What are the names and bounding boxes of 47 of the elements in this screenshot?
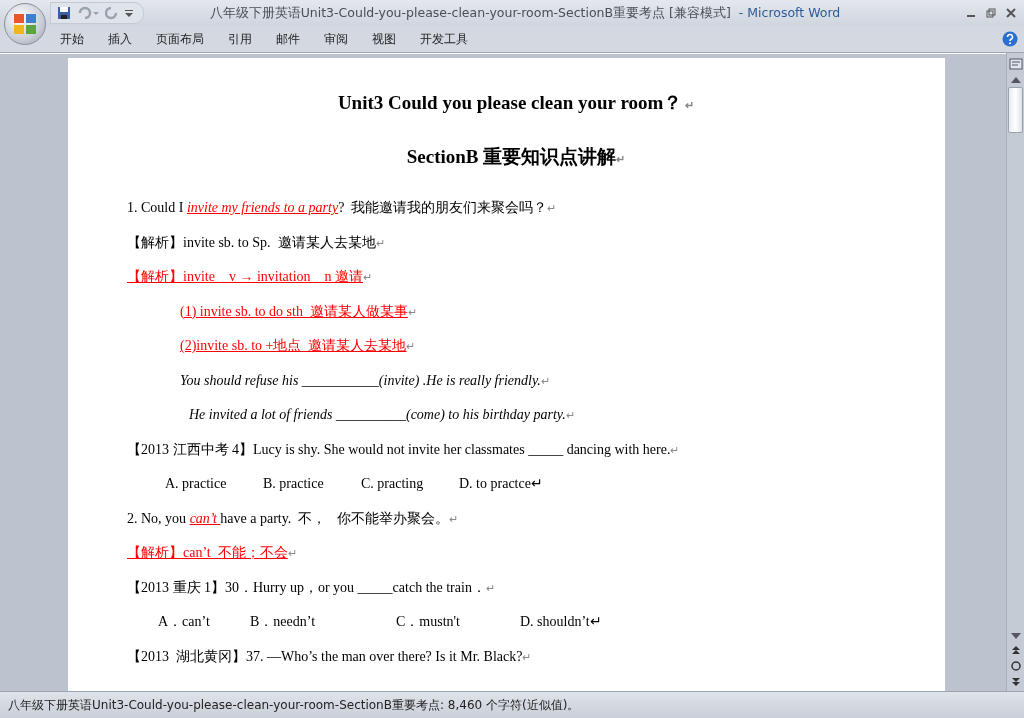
previous-page-icon[interactable]	[1010, 645, 1021, 655]
next-page-icon[interactable]	[1010, 677, 1021, 687]
scroll-down-icon[interactable]	[1010, 633, 1021, 639]
save-icon[interactable]	[57, 6, 71, 20]
ribbon-tab[interactable]: 页面布局	[144, 28, 216, 50]
scroll-up-icon[interactable]	[1010, 77, 1021, 83]
close-icon[interactable]	[1006, 8, 1016, 18]
heading-text: SectionB 重要知识点讲解↵	[405, 145, 627, 169]
paragraph-text: 【解析】invite v → invitation n 邀请↵	[127, 268, 374, 286]
customize-icon[interactable]	[125, 8, 133, 18]
paragraph-text: He invited a lot of friends __________(come) to his birthday party.↵	[188, 406, 576, 424]
paragraph-text: 【2013 湖北黄冈】37. —Who’s the man over there? Is it Mr. Black?↵	[127, 647, 533, 666]
ribbon-tab[interactable]: 视图	[360, 28, 408, 50]
vertical-scrollbar[interactable]	[1006, 53, 1024, 691]
paragraph-text: 【解析】can’t 不能；不会↵	[127, 544, 298, 562]
ribbon-tab[interactable]: 开始	[48, 28, 96, 50]
option-text: A．can’t	[158, 613, 211, 631]
ribbon-tab[interactable]: 插入	[96, 28, 144, 50]
help-icon[interactable]	[1002, 31, 1018, 47]
window-title: 八年级下册英语Unit3-Could-you-please-clean-your-room-SectionB重要考点 [兼容模式] - Microsoft Word	[208, 4, 842, 22]
paragraph-text: (2)invite sb. to +地点 邀请某人去某地↵	[179, 337, 417, 355]
ruler-toggle-icon[interactable]	[1008, 57, 1023, 71]
paragraph-text: 【2013 重庆 1】30．Hurry up，or you _____catch the train．↵	[127, 578, 496, 597]
option-text: B. practice	[263, 475, 325, 493]
office-button[interactable]	[4, 3, 46, 45]
option-text: B．needn’t	[250, 613, 317, 631]
heading-text: Unit3 Could you please clean your room？↵	[336, 91, 696, 115]
scroll-thumb[interactable]	[1008, 87, 1023, 133]
restore-icon[interactable]	[986, 8, 996, 18]
ribbon-tab[interactable]: 邮件	[264, 28, 312, 50]
option-text: C. practing	[361, 475, 425, 493]
option-text: C．mustn't	[396, 613, 461, 631]
option-text: D. to practce↵	[459, 475, 544, 493]
office-logo-icon	[13, 12, 37, 36]
ribbon-tab[interactable]: 引用	[216, 28, 264, 50]
ribbon-tab[interactable]: 审阅	[312, 28, 360, 50]
option-text: D. shouldn’t↵	[520, 613, 603, 631]
status-text: 八年级下册英语Unit3-Could-you-please-clean-your-room-SectionB重要考点: 8,460 个字符(近似值)。	[7, 696, 580, 714]
paragraph-text: (1) invite sb. to do sth 邀请某人做某事↵	[179, 302, 418, 321]
paragraph-text: You should refuse his ___________(invite) .He is really friendly.↵	[179, 371, 551, 390]
ribbon-tab[interactable]: 开发工具	[408, 28, 480, 50]
browse-object-icon[interactable]	[1010, 661, 1021, 671]
paragraph-text: 2. No, you can’t have a party. 不， 你不能举办聚会。↵	[127, 509, 459, 528]
option-text: A. practice	[165, 475, 228, 493]
paragraph-text: 【2013 江西中考 4】Lucy is shy. She would not invite her classmates _____ dancing with here.↵	[127, 440, 681, 459]
paragraph-text: 【解析】invite sb. to Sp. 邀请某人去某地↵	[127, 233, 386, 252]
paragraph-text: 1. Could I invite my friends to a party? 我能邀请我的朋友们来聚会吗？↵	[127, 199, 558, 217]
